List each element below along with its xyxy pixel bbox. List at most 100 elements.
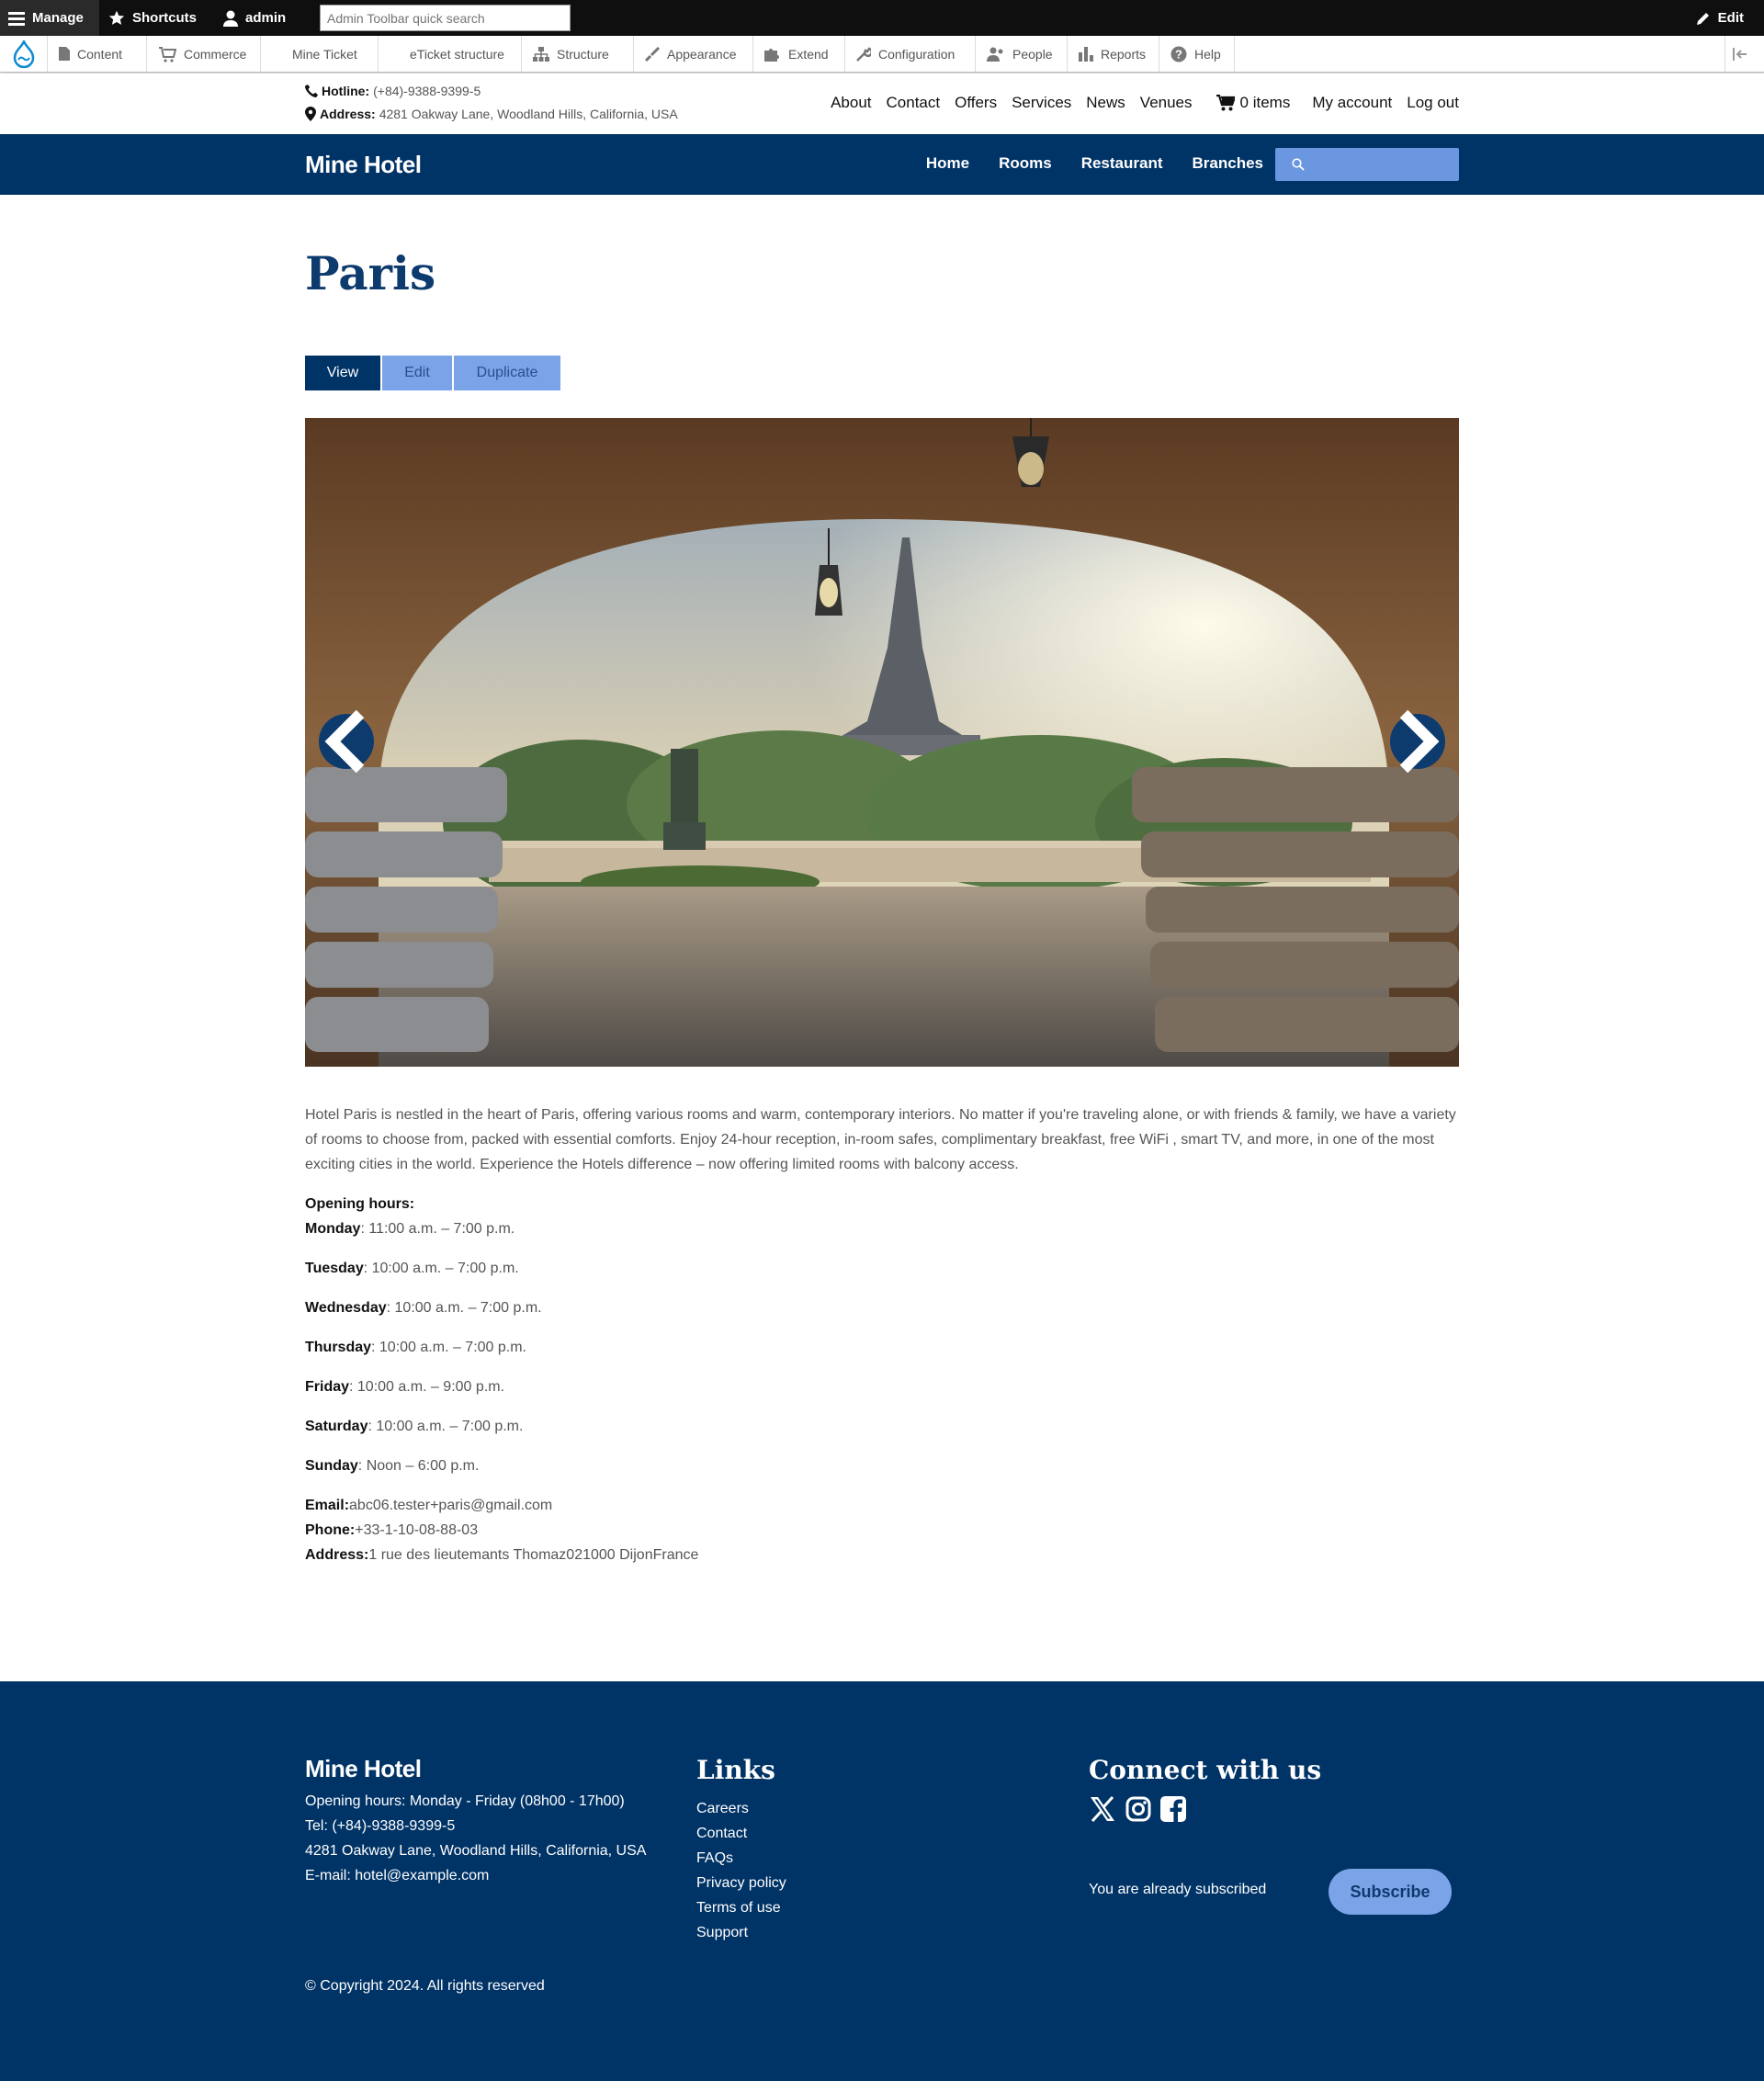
- admin-toolbar: Manage Shortcuts admin Edit: [0, 0, 1764, 36]
- manage-button[interactable]: Manage: [0, 0, 99, 36]
- facebook-icon[interactable]: [1160, 1796, 1186, 1822]
- tray-label: Help: [1194, 46, 1221, 62]
- main-nav-restaurant[interactable]: Restaurant: [1081, 154, 1163, 173]
- tab-duplicate[interactable]: Duplicate: [454, 356, 560, 390]
- tab-view[interactable]: View: [305, 356, 380, 390]
- tray-item-extend[interactable]: Extend: [753, 36, 845, 72]
- page-title: Paris: [305, 246, 436, 300]
- hotline-label: Hotline:: [322, 84, 370, 98]
- main-nav-rooms[interactable]: Rooms: [999, 154, 1052, 173]
- edit-toggle-button[interactable]: Edit: [1696, 0, 1744, 36]
- site-footer: Mine Hotel Opening hours: Monday - Frida…: [0, 1681, 1764, 2081]
- day-time: : Noon – 6:00 p.m.: [357, 1458, 480, 1474]
- cart-icon: [1216, 95, 1235, 111]
- tab-edit[interactable]: Edit: [382, 356, 452, 390]
- x-twitter-icon[interactable]: [1089, 1796, 1116, 1822]
- tray-collapse-button[interactable]: [1724, 36, 1755, 72]
- tray-label: Extend: [788, 46, 829, 62]
- main-nav: Home Rooms Restaurant Branches: [926, 154, 1263, 173]
- instagram-icon[interactable]: [1125, 1796, 1151, 1822]
- footer-about: Mine Hotel Opening hours: Monday - Frida…: [305, 1755, 646, 1888]
- address-label: Address:: [320, 107, 376, 121]
- tray-item-help[interactable]: ? Help: [1159, 36, 1235, 72]
- footer-link-faqs[interactable]: FAQs: [696, 1846, 786, 1871]
- tray-label: Reports: [1101, 46, 1147, 62]
- help-icon: ?: [1170, 46, 1187, 62]
- day-name: Saturday: [305, 1419, 368, 1434]
- tray-item-content[interactable]: Content: [48, 36, 147, 72]
- footer-email: E-mail: hotel@example.com: [305, 1868, 490, 1883]
- hours-tuesday: Tuesday: 10:00 a.m. – 7:00 p.m.: [305, 1256, 1459, 1281]
- day-name: Wednesday: [305, 1300, 387, 1316]
- puzzle-icon: [764, 48, 779, 62]
- tray-label: eTicket structure: [410, 46, 504, 62]
- chevron-left-icon: [324, 709, 365, 774]
- hours-saturday: Saturday: 10:00 a.m. – 7:00 p.m.: [305, 1414, 1459, 1439]
- footer-link-terms[interactable]: Terms of use: [696, 1895, 786, 1920]
- tray-item-people[interactable]: People: [976, 36, 1068, 72]
- footer-opening-hours: Opening hours: Monday - Friday (08h00 - …: [305, 1793, 625, 1809]
- day-time: : 10:00 a.m. – 7:00 p.m.: [368, 1419, 524, 1434]
- star-icon: [108, 10, 125, 25]
- tray-label: Content: [77, 46, 123, 62]
- tray-label: Commerce: [184, 46, 247, 62]
- tray-item-mine-ticket[interactable]: Mine Ticket: [261, 36, 379, 72]
- search-icon: [1292, 158, 1305, 171]
- tray-item-commerce[interactable]: Commerce: [147, 36, 261, 72]
- tray-item-reports[interactable]: Reports: [1068, 36, 1159, 72]
- structure-icon: [533, 46, 549, 62]
- drupal-logo[interactable]: [0, 36, 48, 72]
- user-button[interactable]: admin: [223, 0, 286, 36]
- nav-news[interactable]: News: [1086, 94, 1125, 112]
- tray-item-appearance[interactable]: Appearance: [634, 36, 753, 72]
- hours-monday: Monday: 11:00 a.m. – 7:00 p.m.: [305, 1216, 1459, 1241]
- day-name: Sunday: [305, 1458, 358, 1474]
- wrench-icon: [856, 47, 871, 62]
- admin-search-input[interactable]: [320, 5, 571, 31]
- hotline-line: Hotline: (+84)-9388-9399-5: [305, 84, 481, 98]
- tray-label: Configuration: [878, 46, 956, 62]
- tray-item-configuration[interactable]: Configuration: [845, 36, 976, 72]
- user-label: admin: [245, 10, 287, 26]
- nav-my-account[interactable]: My account: [1312, 94, 1392, 112]
- hotel-description: Hotel Paris is nestled in the heart of P…: [305, 1107, 1456, 1172]
- manage-label: Manage: [32, 10, 84, 26]
- tray-label: Mine Ticket: [292, 46, 357, 62]
- hotel-address-value: 1 rue des lieutemants Thomaz021000 Dijon…: [368, 1547, 699, 1563]
- nav-contact[interactable]: Contact: [887, 94, 941, 112]
- shortcuts-label: Shortcuts: [132, 10, 198, 26]
- email-value[interactable]: abc06.tester+paris@gmail.com: [349, 1498, 552, 1513]
- main-nav-branches[interactable]: Branches: [1193, 154, 1263, 173]
- collapse-icon: [1733, 47, 1747, 61]
- carousel-prev-button[interactable]: [319, 709, 374, 774]
- subscribe-button[interactable]: Subscribe: [1329, 1869, 1452, 1915]
- people-icon: [987, 47, 1003, 62]
- copyright: © Copyright 2024. All rights reserved: [305, 1978, 545, 1994]
- carousel-next-button[interactable]: [1390, 709, 1445, 774]
- nav-logout[interactable]: Log out: [1407, 94, 1459, 112]
- main-nav-home[interactable]: Home: [926, 154, 969, 173]
- hours-wednesday: Wednesday: 10:00 a.m. – 7:00 p.m.: [305, 1295, 1459, 1320]
- site-logo[interactable]: Mine Hotel: [305, 151, 422, 179]
- day-name: Thursday: [305, 1340, 372, 1355]
- footer-link-privacy[interactable]: Privacy policy: [696, 1871, 786, 1895]
- tray-item-structure[interactable]: Structure: [522, 36, 634, 72]
- footer-connect-heading: Connect with us: [1089, 1755, 1322, 1785]
- footer-link-contact[interactable]: Contact: [696, 1821, 786, 1846]
- day-time: : 10:00 a.m. – 7:00 p.m.: [386, 1300, 542, 1316]
- user-icon: [223, 10, 238, 27]
- nav-services[interactable]: Services: [1012, 94, 1071, 112]
- nav-about[interactable]: About: [831, 94, 871, 112]
- tray-item-eticket-structure[interactable]: eTicket structure: [379, 36, 522, 72]
- footer-link-careers[interactable]: Careers: [696, 1796, 786, 1821]
- edit-label: Edit: [1717, 10, 1744, 26]
- footer-link-support[interactable]: Support: [696, 1920, 786, 1945]
- bar-chart-icon: [1079, 46, 1093, 62]
- shortcuts-button[interactable]: Shortcuts: [108, 0, 197, 36]
- nav-venues[interactable]: Venues: [1140, 94, 1193, 112]
- site-search-input[interactable]: [1275, 148, 1459, 181]
- cart-link[interactable]: 0 items: [1216, 94, 1290, 112]
- commerce-icon: [159, 46, 176, 62]
- nav-offers[interactable]: Offers: [955, 94, 997, 112]
- paintbrush-icon: [645, 46, 660, 62]
